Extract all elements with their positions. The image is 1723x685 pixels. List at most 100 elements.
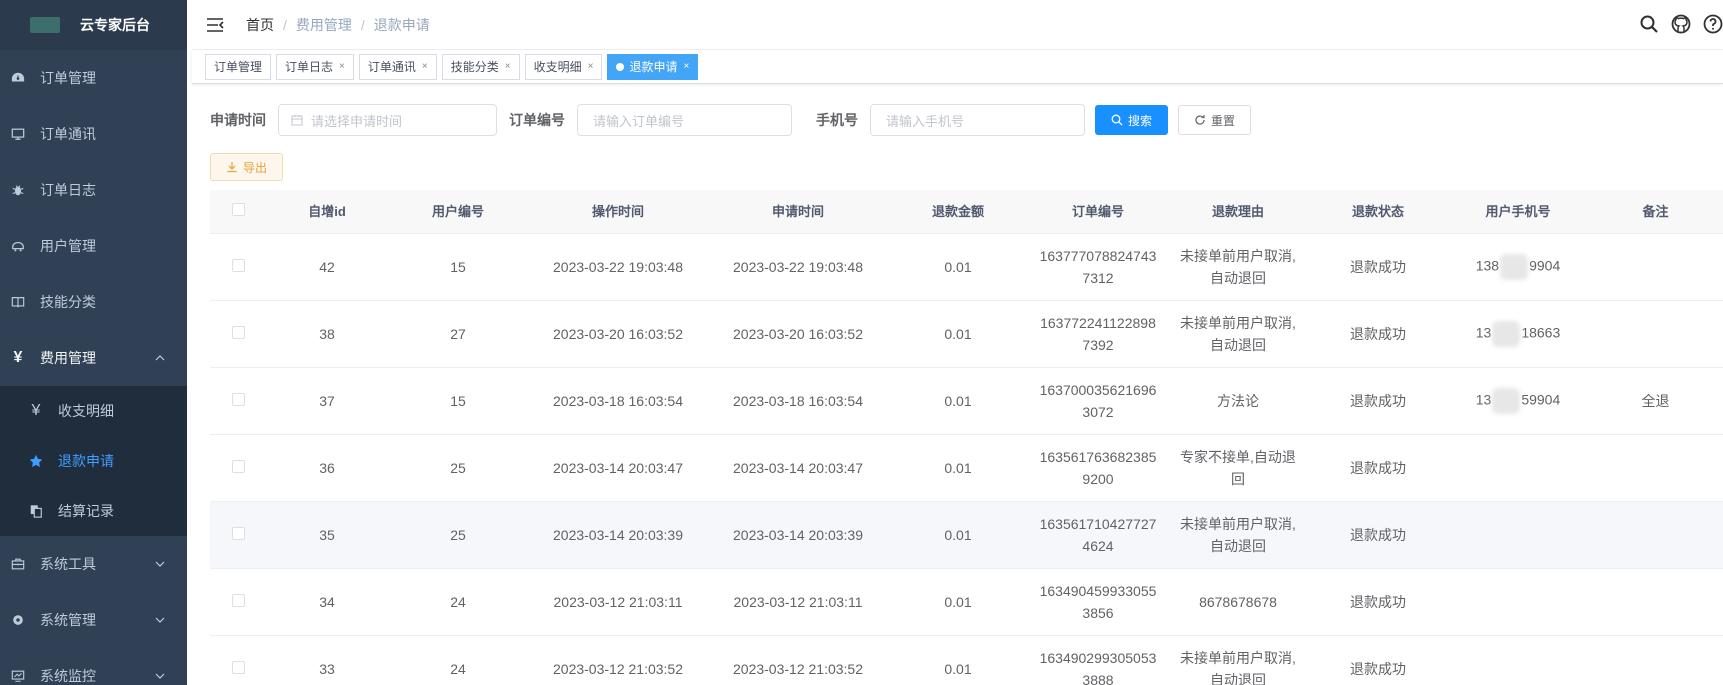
cell-order-no: 163490299305053 3888 bbox=[1028, 647, 1168, 685]
row-checkbox[interactable] bbox=[231, 460, 245, 473]
help-icon[interactable] bbox=[1703, 14, 1723, 34]
hamburger-icon[interactable] bbox=[206, 16, 224, 34]
dashboard-icon bbox=[10, 70, 26, 86]
tag-label: 订单通讯 bbox=[367, 59, 416, 74]
close-icon[interactable]: × bbox=[588, 55, 594, 79]
cell-reason: 未接单前用户取消, 自动退回 bbox=[1168, 647, 1308, 685]
github-icon[interactable] bbox=[1671, 14, 1691, 34]
order-no-line: 4624 bbox=[1082, 538, 1114, 554]
cell-user-no: 15 bbox=[450, 393, 466, 409]
reason-line: 专家不接单,自动退 bbox=[1180, 449, 1296, 465]
cell-id: 35 bbox=[319, 527, 335, 543]
navbar: 首页 / 费用管理 / 退款申请 bbox=[192, 0, 1723, 50]
cell-id: 33 bbox=[319, 661, 335, 677]
cell-user-no: 25 bbox=[450, 527, 466, 543]
cell-reason: 专家不接单,自动退回 bbox=[1168, 446, 1308, 490]
logo[interactable]: 云专家后台 bbox=[0, 0, 187, 50]
table-row[interactable]: 38 27 2023-03-20 16:03:52 2023-03-20 16:03:… bbox=[210, 301, 1723, 368]
tag-order-management[interactable]: 订单管理 bbox=[205, 53, 272, 80]
cell-op-time: 2023-03-22 19:03:48 bbox=[553, 259, 683, 275]
cell-reason: 未接单前用户取消, 自动退回 bbox=[1168, 245, 1308, 289]
cell-op-time: 2023-03-18 16:03:54 bbox=[553, 393, 683, 409]
breadcrumb-fee-management[interactable]: 费用管理 bbox=[296, 15, 352, 35]
sidebar-item-order-chat[interactable]: 订单通讯 bbox=[0, 106, 187, 162]
table-row[interactable]: 37 15 2023-03-18 16:03:54 2023-03-18 16:03:… bbox=[210, 368, 1723, 435]
close-icon[interactable]: × bbox=[339, 55, 345, 79]
header-cell: 备注 bbox=[1642, 203, 1669, 219]
sidebar-item-label: 订单管理 bbox=[40, 70, 96, 86]
table-row[interactable]: 36 25 2023-03-14 20:03:47 2023-03-14 20:03:… bbox=[210, 435, 1723, 502]
sidebar-item-label: 收支明细 bbox=[58, 403, 114, 419]
sidebar-item-fee-management[interactable]: ¥ 费用管理 bbox=[0, 330, 187, 386]
cell-amount: 0.01 bbox=[944, 259, 972, 275]
tag-label: 技能分类 bbox=[450, 59, 499, 74]
row-checkbox[interactable] bbox=[231, 259, 245, 272]
phone-prefix: 13 bbox=[1475, 391, 1492, 408]
tag-income-expense[interactable]: 收支明细 × bbox=[524, 53, 603, 80]
cell-order-no: 163700035621696 3072 bbox=[1028, 379, 1168, 423]
sidebar-item-label: 系统监控 bbox=[40, 668, 96, 684]
row-checkbox[interactable] bbox=[231, 393, 245, 406]
cell-phone: 13 59904 bbox=[1448, 388, 1588, 414]
row-checkbox[interactable] bbox=[231, 661, 245, 674]
cell-op-time: 2023-03-12 21:03:11 bbox=[553, 594, 683, 610]
row-checkbox[interactable] bbox=[231, 326, 245, 339]
sidebar-item-label: 结算记录 bbox=[58, 503, 114, 519]
order-no-input[interactable]: 请输入订单编号 bbox=[577, 104, 792, 136]
order-no-line: 163561710427727 bbox=[1039, 516, 1157, 532]
sidebar-item-user-management[interactable]: 用户管理 bbox=[0, 218, 187, 274]
tag-refund-request[interactable]: 退款申请 × bbox=[607, 53, 699, 80]
tag-order-log[interactable]: 订单日志 × bbox=[276, 53, 354, 80]
row-checkbox[interactable] bbox=[231, 594, 245, 607]
refresh-icon bbox=[1195, 115, 1205, 125]
close-icon[interactable]: × bbox=[422, 55, 428, 79]
apply-time-picker[interactable]: 请选择申请时间 bbox=[278, 104, 497, 136]
app-title: 云专家后台 bbox=[80, 17, 150, 33]
close-icon[interactable]: × bbox=[683, 55, 689, 79]
tag-skill-category[interactable]: 技能分类 × bbox=[441, 53, 520, 80]
row-select-cell bbox=[210, 591, 266, 613]
sidebar-item-order-log[interactable]: 订单日志 bbox=[0, 162, 187, 218]
sidebar-item-order-management[interactable]: 订单管理 bbox=[0, 50, 187, 106]
bug-icon bbox=[10, 182, 26, 198]
select-all-checkbox[interactable] bbox=[231, 202, 245, 216]
close-icon[interactable]: × bbox=[505, 55, 511, 79]
yen-icon: ¥ bbox=[31, 402, 41, 419]
sidebar-item-skill-category[interactable]: 技能分类 bbox=[0, 274, 187, 330]
phone-prefix: 13 bbox=[1475, 324, 1492, 341]
phone-input[interactable]: 请输入手机号 bbox=[870, 104, 1085, 136]
tag-order-chat[interactable]: 订单通讯 × bbox=[358, 53, 437, 80]
sidebar-item-income-expense[interactable]: ¥ 收支明细 bbox=[0, 386, 187, 436]
reset-button[interactable]: 重置 bbox=[1178, 105, 1251, 135]
table-row[interactable]: 34 24 2023-03-12 21:03:11 2023-03-12 21:03:… bbox=[210, 569, 1723, 636]
reason-line: 未接单前用户取消, bbox=[1180, 248, 1296, 264]
phone-suffix: 18663 bbox=[1521, 324, 1561, 341]
sidebar-item-label: 用户管理 bbox=[40, 238, 96, 254]
sidebar-item-system-tools[interactable]: 系统工具 bbox=[0, 536, 187, 592]
sidebar-item-system-management[interactable]: 系统管理 bbox=[0, 592, 187, 648]
cell-amount: 0.01 bbox=[944, 326, 972, 342]
fee-submenu: ¥ 收支明细 退款申请 结算记录 bbox=[0, 386, 187, 536]
reason-line: 8678678678 bbox=[1199, 594, 1277, 610]
cell-op-time: 2023-03-12 21:03:52 bbox=[553, 661, 683, 677]
table-row[interactable]: 35 25 2023-03-14 20:03:39 2023-03-14 20:03:… bbox=[210, 502, 1723, 569]
documents-icon bbox=[28, 503, 44, 519]
row-checkbox[interactable] bbox=[231, 527, 245, 540]
search-button[interactable]: 搜索 bbox=[1095, 105, 1168, 135]
header-cell: 操作时间 bbox=[591, 203, 644, 219]
export-button-label: 导出 bbox=[243, 160, 268, 175]
monitor-chart-icon bbox=[10, 668, 26, 684]
sidebar-item-label: 订单日志 bbox=[40, 182, 96, 198]
sidebar-item-refund-request[interactable]: 退款申请 bbox=[0, 436, 187, 486]
sidebar-item-system-monitor[interactable]: 系统监控 bbox=[0, 648, 187, 685]
cell-order-no: 163490459933055 3856 bbox=[1028, 580, 1168, 624]
sidebar-item-settlement-record[interactable]: 结算记录 bbox=[0, 486, 187, 536]
chevron-down-icon bbox=[155, 673, 165, 679]
table-row[interactable]: 33 24 2023-03-12 21:03:52 2023-03-12 21:03:… bbox=[210, 636, 1723, 685]
export-button[interactable]: 导出 bbox=[210, 153, 283, 181]
header-cell: 退款理由 bbox=[1211, 203, 1264, 219]
breadcrumb-home[interactable]: 首页 bbox=[246, 15, 274, 35]
table-row[interactable]: 42 15 2023-03-22 19:03:48 2023-03-22 19:03:… bbox=[210, 234, 1723, 301]
search-icon[interactable] bbox=[1639, 14, 1659, 34]
cell-user-no: 27 bbox=[450, 326, 466, 342]
